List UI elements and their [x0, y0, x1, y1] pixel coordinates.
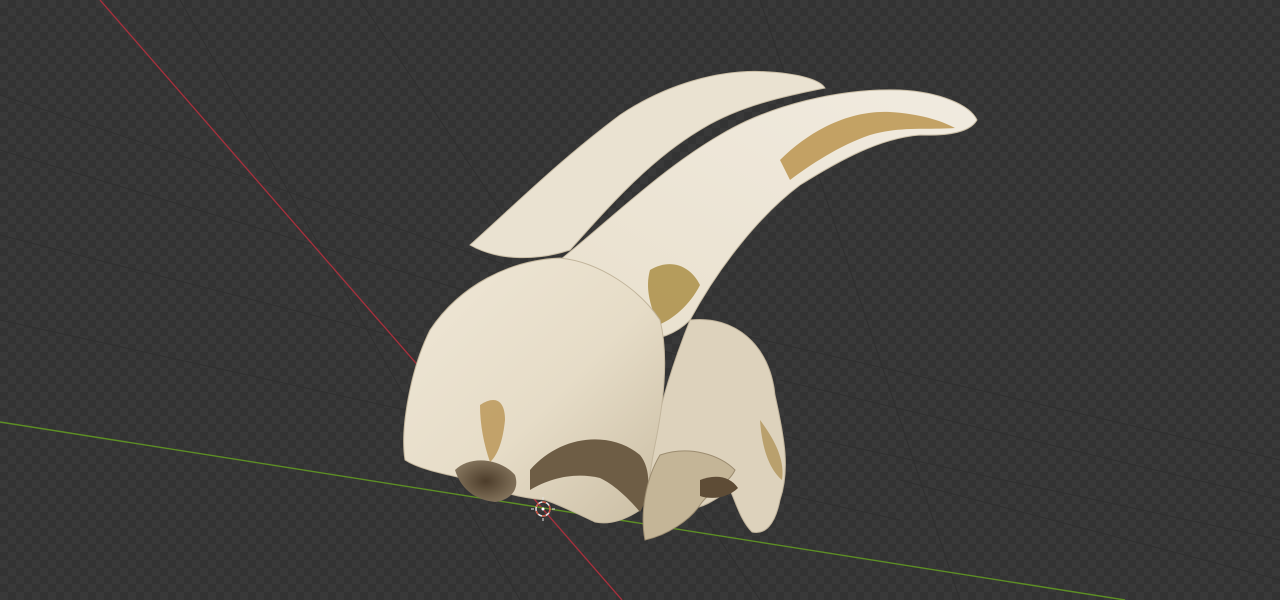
3d-viewport[interactable]	[0, 0, 1280, 600]
bone-fragment-mesh[interactable]	[403, 70, 978, 541]
viewport-scene[interactable]	[0, 0, 1280, 600]
